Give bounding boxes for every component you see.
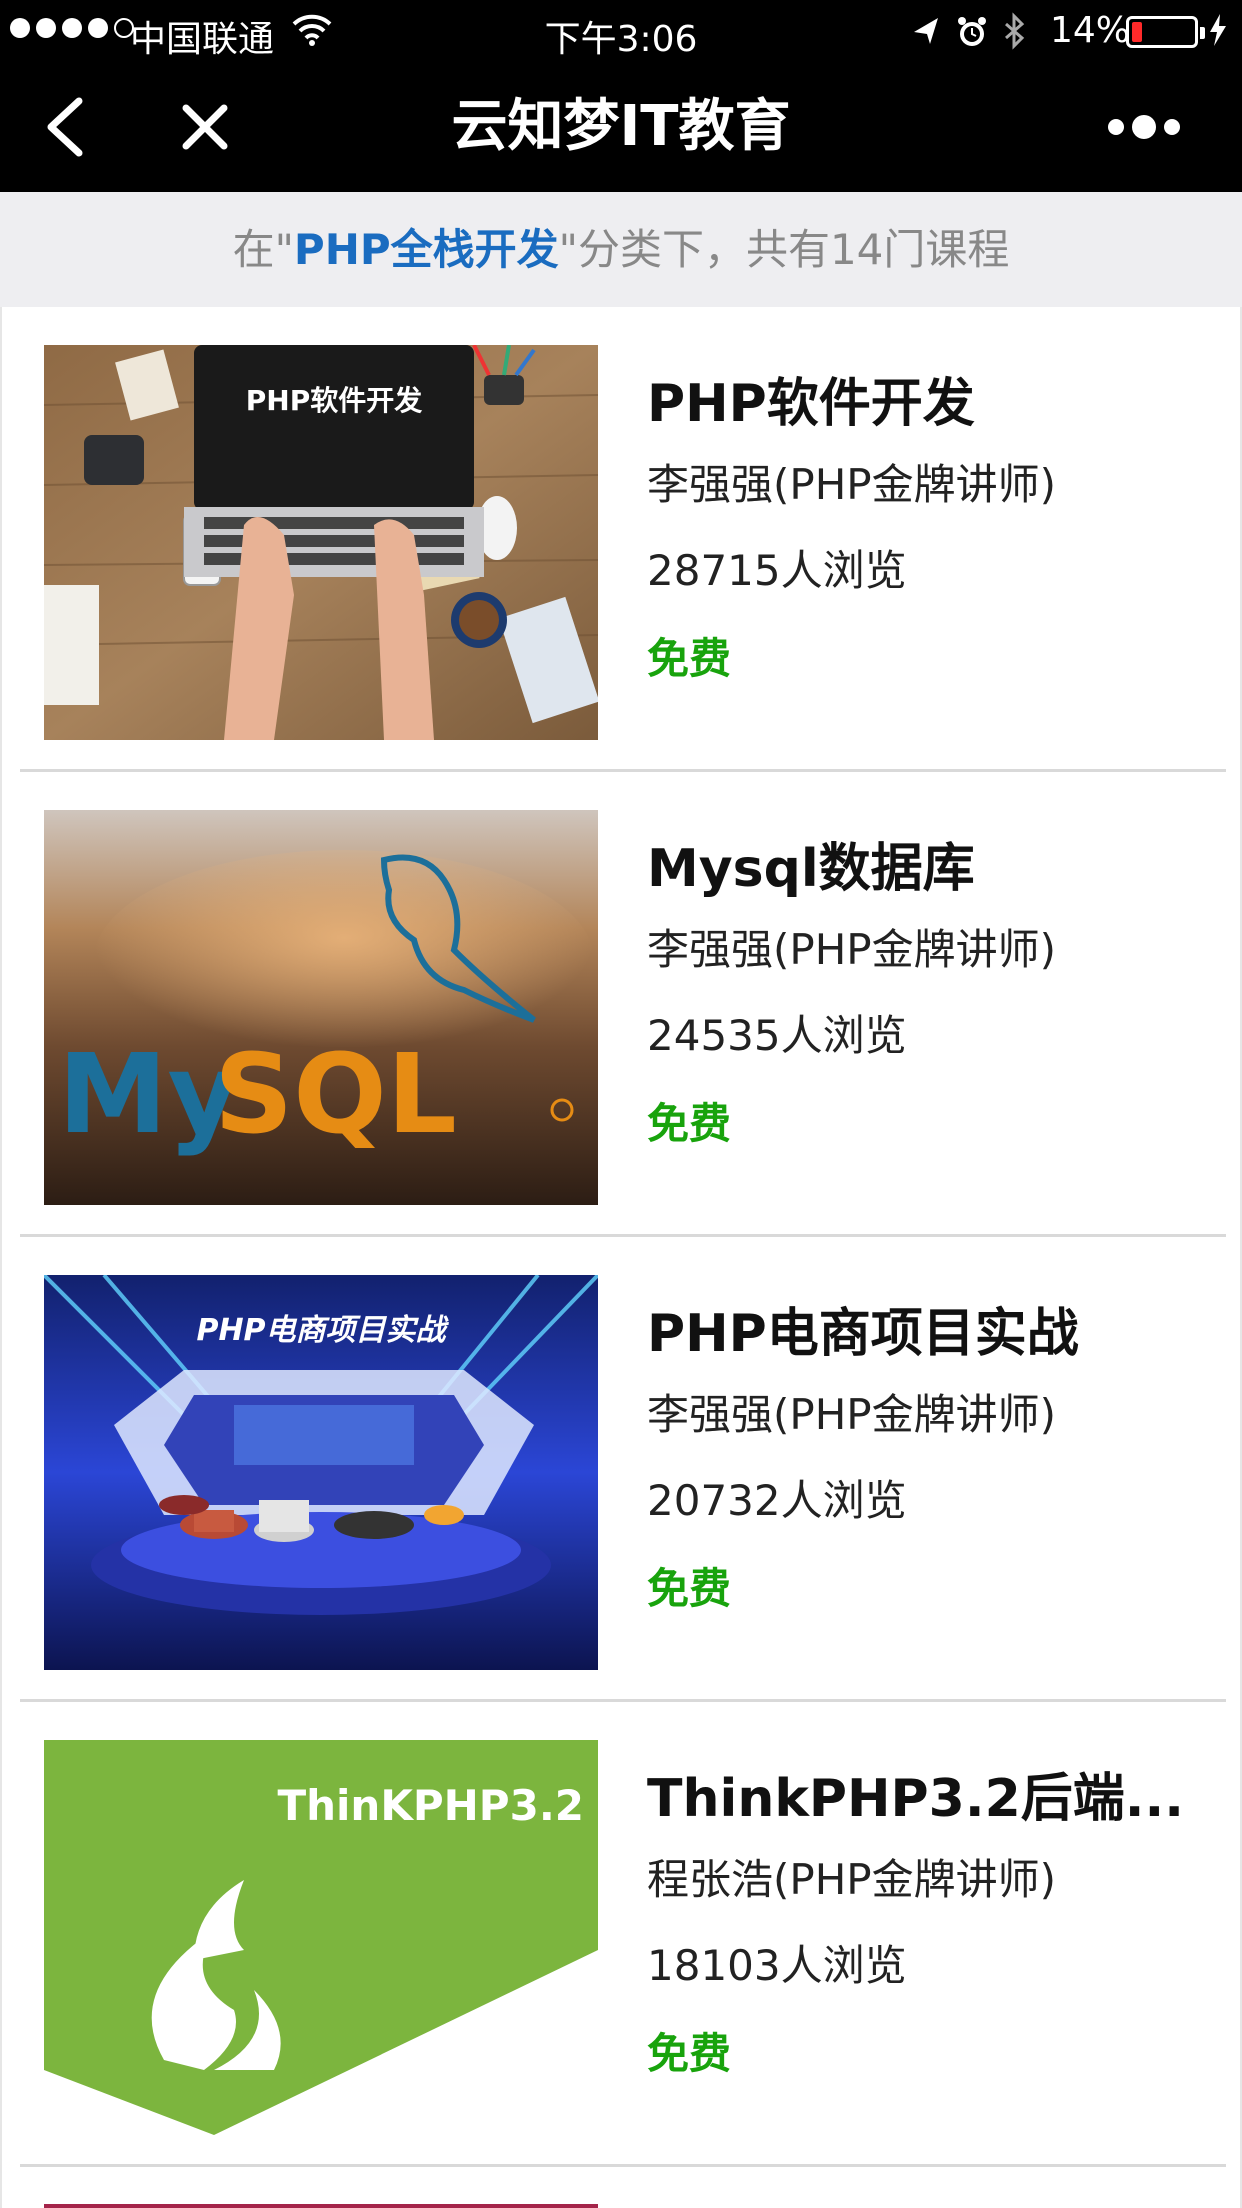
thumbnail-caption: ThinKPHP3.2 (277, 1781, 584, 1830)
course-views: 28715人浏览 (647, 546, 907, 595)
status-icons (910, 12, 1040, 61)
battery-percent: 14% (1050, 10, 1131, 51)
course-info: Mysql数据库 李强强(PHP金牌讲师) 24535人浏览 免费 (647, 810, 1207, 1152)
bluetooth-icon (1005, 12, 1025, 50)
thumbnail-caption: PHP软件开发 (246, 384, 422, 417)
category-prefix: 在" (232, 225, 294, 274)
course-teacher: 李强强(PHP金牌讲师) (647, 460, 1057, 509)
course-price: 免费 (647, 1564, 732, 1613)
page-title: 云知梦IT教育 (451, 94, 791, 159)
more-button[interactable] (1108, 107, 1180, 147)
nav-bar: 云知梦IT教育 (0, 62, 1242, 192)
course-list: PHP软件开发 PHP软件开发 李强强(PHP金牌讲师) 28715人浏览 免费 (0, 307, 1242, 2208)
course-price: 免费 (647, 2029, 732, 2078)
course-views: 24535人浏览 (647, 1011, 907, 1060)
alarm-icon (958, 17, 986, 46)
location-arrow-icon (914, 18, 938, 44)
course-title[interactable]: PHP软件开发 (647, 369, 1207, 439)
next-course-thumbnail-edge (44, 2204, 598, 2208)
course-title[interactable]: PHP电商项目实战 (647, 1299, 1207, 1369)
course-teacher: 李强强(PHP金牌讲师) (647, 925, 1057, 974)
course-title[interactable]: Mysql数据库 (647, 834, 1207, 904)
course-info: PHP软件开发 李强强(PHP金牌讲师) 28715人浏览 免费 (647, 345, 1207, 687)
course-info: PHP电商项目实战 李强强(PHP金牌讲师) 20732人浏览 免费 (647, 1275, 1207, 1617)
course-thumbnail[interactable]: PHP电商项目实战 (44, 1275, 598, 1670)
more-dots-icon (1108, 119, 1124, 135)
category-name[interactable]: PHP全栈开发 (294, 225, 559, 274)
course-teacher: 李强强(PHP金牌讲师) (647, 1390, 1057, 1439)
status-bar: 中国联通 下午3:06 14% (0, 0, 1242, 62)
course-title[interactable]: ThinkPHP3.2后端... (647, 1764, 1207, 1834)
course-price: 免费 (647, 634, 732, 683)
course-teacher: 程张浩(PHP金牌讲师) (647, 1855, 1057, 1904)
course-item[interactable]: PHP软件开发 PHP软件开发 李强强(PHP金牌讲师) 28715人浏览 免费 (20, 307, 1226, 772)
thumbnail-caption: PHP电商项目实战 (196, 1313, 449, 1348)
course-thumbnail[interactable]: My SQL (44, 810, 598, 1205)
course-price: 免费 (647, 1099, 732, 1148)
battery-icon (1126, 16, 1205, 48)
charging-icon (1208, 10, 1228, 59)
course-thumbnail[interactable]: ThinKPHP3.2 (44, 1740, 598, 2135)
category-count-text: "分类下，共有14门课程 (558, 225, 1010, 274)
course-info: ThinkPHP3.2后端... 程张浩(PHP金牌讲师) 18103人浏览 免… (647, 1740, 1207, 2082)
category-summary: 在"PHP全栈开发"分类下，共有14门课程 (0, 192, 1242, 307)
svg-text:SQL: SQL (214, 1030, 457, 1158)
course-item[interactable]: My SQL Mysql数据库 李强强(PHP金牌讲师) 24535人浏览 免费 (20, 772, 1226, 1237)
course-thumbnail[interactable]: PHP软件开发 (44, 345, 598, 740)
course-views: 20732人浏览 (647, 1476, 907, 1525)
course-views: 18103人浏览 (647, 1941, 907, 1990)
svg-text:My: My (58, 1030, 239, 1158)
course-item[interactable]: ThinKPHP3.2 ThinkPHP3.2后端... 程张浩(PHP金牌讲师… (20, 1702, 1226, 2167)
course-item[interactable]: PHP电商项目实战 PHP电商项目实战 李强强(PHP金牌讲师) 20732人浏… (20, 1237, 1226, 1702)
